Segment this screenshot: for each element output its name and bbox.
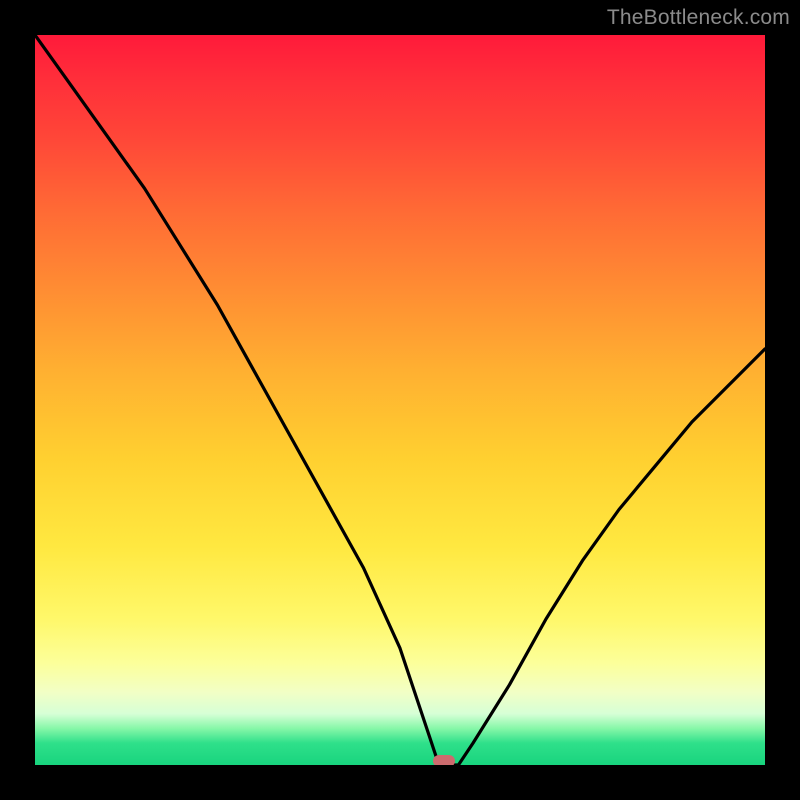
curve-layer (35, 35, 765, 765)
bottleneck-curve (35, 35, 765, 765)
plot-area (35, 35, 765, 765)
watermark-text: TheBottleneck.com (607, 6, 790, 30)
optimum-marker (433, 755, 455, 765)
chart-frame: TheBottleneck.com (0, 0, 800, 800)
